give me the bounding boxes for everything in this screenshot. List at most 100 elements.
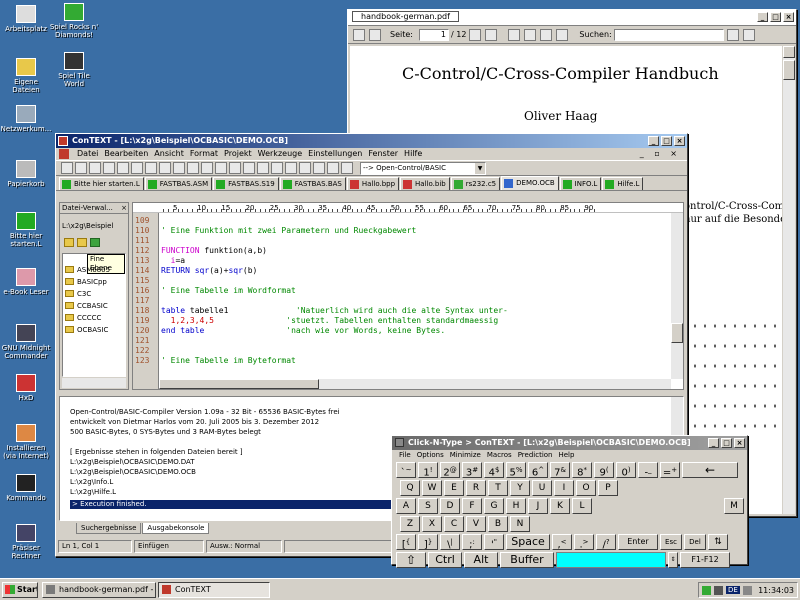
file-tab[interactable]: INFO.L [559,177,602,190]
key[interactable]: Ctrl [428,552,462,568]
key[interactable]: 7& [550,462,570,478]
file-tab[interactable]: rs232.c5 [450,177,501,190]
key[interactable]: Esc [660,534,682,550]
menu-item[interactable]: Fenster [365,148,401,160]
file-tab[interactable]: Hallo.bib [400,177,450,190]
desktop-icon[interactable]: Netzwerkum... [0,105,52,133]
key[interactable]: 9( [594,462,614,478]
minimize-button[interactable]: _ [708,438,719,448]
key[interactable]: ⇕ [668,552,678,568]
menu-item[interactable]: File [396,450,414,461]
menu-item[interactable]: Werkzeuge [255,148,305,160]
key[interactable]: Enter [618,534,658,550]
key[interactable]: 0) [616,462,636,478]
desktop-icon[interactable]: Eigene Dateien [0,58,52,94]
paste-icon[interactable] [187,162,199,174]
highlighter-select[interactable]: --> Open-Control/BASIC ▼ [360,161,486,175]
key[interactable]: .> [574,534,594,550]
menu-item[interactable]: Macros [484,450,515,461]
menu-item[interactable]: Einstellungen [305,148,365,160]
key[interactable]: T [488,480,508,496]
key[interactable]: C [444,516,464,532]
key[interactable]: 3# [462,462,482,478]
editor-scroll-thumb[interactable] [671,323,683,343]
refresh-icon[interactable] [90,238,100,247]
print-icon[interactable] [369,28,381,41]
save-all-icon[interactable] [103,162,115,174]
file-panel-hscroll[interactable] [62,378,126,388]
key[interactable]: F1-F12 [680,552,730,568]
find-next-icon[interactable] [742,28,755,41]
zoom-in-icon[interactable] [540,28,553,41]
close-button[interactable]: × [674,136,685,146]
file-tab[interactable]: Bitte hier starten.L [59,177,144,190]
key[interactable]: I [554,480,574,496]
folder-up-icon[interactable] [64,238,74,247]
tools-icon[interactable] [299,162,311,174]
tray-keyboard-icon[interactable] [742,585,752,595]
console-tab[interactable]: Suchergebnisse [76,523,142,534]
menu-item[interactable]: Projekt [221,148,255,160]
close-icon[interactable] [117,162,129,174]
redo-icon[interactable] [215,162,227,174]
folder-item[interactable]: CCBASIC [65,300,110,312]
key[interactable]: 4$ [484,462,504,478]
key[interactable]: W [422,480,442,496]
save-icon[interactable] [89,162,101,174]
file-tab[interactable]: FASTBAS.S19 [213,177,279,190]
key[interactable]: L [572,498,592,514]
help-icon[interactable] [327,162,339,174]
find-prev-icon[interactable] [726,28,739,41]
maximize-button[interactable]: □ [770,12,781,22]
desktop-icon[interactable]: e-Book Leser [0,268,52,296]
folder-item[interactable]: C3C [65,288,110,300]
key[interactable]: A [396,498,416,514]
fit-width-icon[interactable] [524,28,537,41]
editor-hscroll-thumb[interactable] [159,379,319,389]
key[interactable]: Buffer [500,552,554,568]
key[interactable]: ]} [418,534,438,550]
pdf-scroll-thumb[interactable] [783,60,795,80]
open-icon[interactable] [353,28,365,41]
close-button[interactable]: × [783,12,794,22]
key[interactable]: ,< [552,534,572,550]
key[interactable]: 6^ [528,462,548,478]
settings-icon[interactable] [313,162,325,174]
cut-icon[interactable] [159,162,171,174]
prev-page-icon[interactable] [469,28,482,41]
file-tab[interactable]: Hilfe.L [602,177,644,190]
open-icon[interactable] [75,162,87,174]
key[interactable]: 1! [418,462,438,478]
page-input[interactable]: 1 [418,28,449,41]
search-input[interactable] [613,28,724,41]
key[interactable]: Alt [464,552,498,568]
key[interactable]: V [466,516,486,532]
key[interactable]: ← [682,462,738,478]
minimize-button[interactable]: _ [757,12,768,22]
key[interactable]: ⇧ [396,552,426,568]
language-indicator[interactable]: DE [726,586,740,594]
find-icon[interactable] [229,162,241,174]
print-icon[interactable] [131,162,143,174]
file-tab[interactable]: DEMO.OCB [501,176,559,190]
key[interactable]: Y [510,480,530,496]
key[interactable]: M [724,498,744,514]
key[interactable]: -_ [638,462,658,478]
key[interactable]: /? [596,534,616,550]
minimize-button[interactable]: _ [648,136,659,146]
key[interactable]: ⇅ [708,534,728,550]
run-icon[interactable] [271,162,283,174]
menu-item[interactable]: Help [555,450,577,461]
keyboard-window[interactable]: Click-N-Type > ConTEXT - [L:\x2g\Beispie… [391,435,748,568]
key[interactable]: 5% [506,462,526,478]
desktop-icon[interactable]: Kommando [0,474,52,502]
menu-item[interactable]: Ansicht [151,148,187,160]
key[interactable]: D [440,498,460,514]
maximize-button[interactable]: □ [721,438,732,448]
key[interactable]: N [510,516,530,532]
menu-item[interactable]: Datei [74,148,101,160]
folder-item[interactable]: BASICpp [65,276,110,288]
key[interactable]: O [576,480,596,496]
key[interactable]: E [444,480,464,496]
key[interactable]: H [506,498,526,514]
